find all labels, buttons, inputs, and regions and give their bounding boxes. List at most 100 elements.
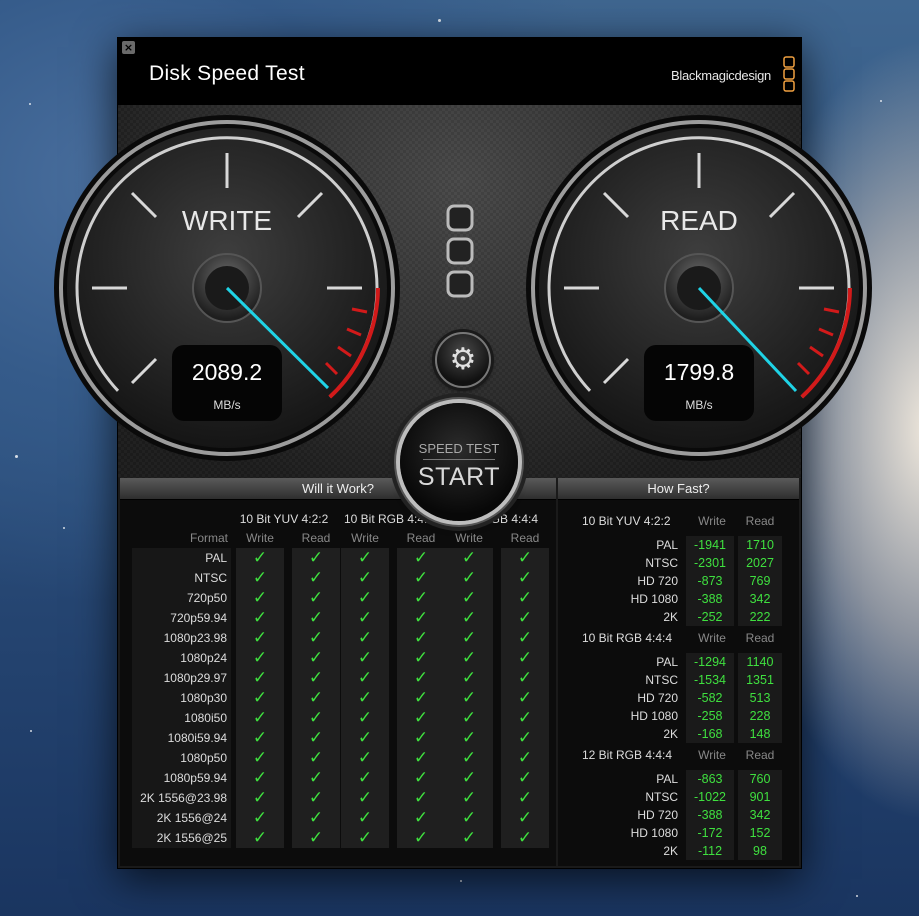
read-value: 1140	[738, 653, 782, 671]
write-readout: 2089.2 MB/s	[172, 345, 282, 421]
star	[438, 19, 441, 22]
pass-check-icon: ✓	[461, 828, 477, 848]
pass-check-icon: ✓	[413, 828, 429, 848]
pass-check-icon: ✓	[308, 628, 324, 648]
write-value: -252	[686, 608, 734, 626]
pass-check-icon: ✓	[461, 628, 477, 648]
pass-check-icon: ✓	[252, 708, 268, 728]
write-value: -582	[686, 689, 734, 707]
table-row: NTSC ✓ ✓ ✓ ✓ ✓ ✓	[120, 568, 556, 588]
table-row: 720p50 ✓ ✓ ✓ ✓ ✓ ✓	[120, 588, 556, 608]
read-value: 769	[738, 572, 782, 590]
close-button[interactable]: ×	[122, 41, 135, 54]
column-header-read: Read	[745, 748, 775, 762]
format-label: 720p59.94	[170, 611, 227, 625]
format-label: 1080p24	[180, 651, 227, 665]
write-value: -168	[686, 725, 734, 743]
window-title: Disk Speed Test	[149, 62, 305, 85]
pass-check-icon: ✓	[252, 788, 268, 808]
how-fast-title: How Fast?	[558, 478, 799, 500]
resolution-label: HD 720	[637, 574, 678, 588]
table-row: 2K -252 222	[558, 608, 799, 626]
pass-check-icon: ✓	[413, 628, 429, 648]
pass-check-icon: ✓	[517, 668, 533, 688]
table-row: 1080p30 ✓ ✓ ✓ ✓ ✓ ✓	[120, 688, 556, 708]
resolution-label: PAL	[656, 655, 678, 669]
table-row: 720p59.94 ✓ ✓ ✓ ✓ ✓ ✓	[120, 608, 556, 628]
table-row: 1080p59.94 ✓ ✓ ✓ ✓ ✓ ✓	[120, 768, 556, 788]
pass-check-icon: ✓	[252, 608, 268, 628]
pass-check-icon: ✓	[308, 588, 324, 608]
resolution-label: HD 1080	[630, 709, 678, 723]
column-header-write: Write	[351, 531, 379, 545]
pass-check-icon: ✓	[308, 708, 324, 728]
format-label: 1080i50	[184, 711, 227, 725]
table-row: PAL -863 760	[558, 770, 799, 788]
pass-check-icon: ✓	[413, 648, 429, 668]
table-row: PAL ✓ ✓ ✓ ✓ ✓ ✓	[120, 548, 556, 568]
read-value: 1710	[738, 536, 782, 554]
column-header-read: Read	[745, 631, 775, 645]
column-header-write: Write	[698, 514, 726, 528]
table-row: PAL -1294 1140	[558, 653, 799, 671]
pass-check-icon: ✓	[517, 828, 533, 848]
resolution-label: 2K	[663, 610, 678, 624]
resolution-label: HD 720	[637, 808, 678, 822]
pass-check-icon: ✓	[357, 828, 373, 848]
table-row: 1080p23.98 ✓ ✓ ✓ ✓ ✓ ✓	[120, 628, 556, 648]
column-header-read: Read	[301, 531, 331, 545]
pass-check-icon: ✓	[413, 588, 429, 608]
pass-check-icon: ✓	[413, 768, 429, 788]
table-row: NTSC -1022 901	[558, 788, 799, 806]
pass-check-icon: ✓	[461, 548, 477, 568]
pass-check-icon: ✓	[357, 648, 373, 668]
column-header-write: Write	[455, 531, 483, 545]
start-button-caption: SPEED TEST	[418, 441, 500, 456]
group-header: 10 Bit RGB 4:4:4	[343, 512, 435, 526]
table-row: HD 720 -873 769	[558, 572, 799, 590]
pass-check-icon: ✓	[461, 588, 477, 608]
read-value: 2027	[738, 554, 782, 572]
pass-check-icon: ✓	[308, 808, 324, 828]
table-row: HD 1080 -388 342	[558, 590, 799, 608]
star	[15, 455, 18, 458]
resolution-label: 2K	[663, 727, 678, 741]
pass-check-icon: ✓	[252, 628, 268, 648]
read-value: 760	[738, 770, 782, 788]
read-speed-value: 1799.8	[663, 359, 735, 385]
read-gauge: READ 1799.8 MB/s	[524, 113, 874, 463]
pass-check-icon: ✓	[357, 588, 373, 608]
format-label: 1080p59.94	[163, 771, 227, 785]
read-value: 342	[738, 590, 782, 608]
pass-check-icon: ✓	[357, 668, 373, 688]
write-value: -873	[686, 572, 734, 590]
table-row: 2K 1556@24 ✓ ✓ ✓ ✓ ✓ ✓	[120, 808, 556, 828]
pass-check-icon: ✓	[517, 628, 533, 648]
resolution-label: NTSC	[645, 673, 678, 687]
pass-check-icon: ✓	[413, 568, 429, 588]
settings-button[interactable]: ⚙	[435, 332, 491, 388]
read-value: 1351	[738, 671, 782, 689]
table-row: 2K 1556@25 ✓ ✓ ✓ ✓ ✓ ✓	[120, 828, 556, 848]
table-row: HD 1080 -172 152	[558, 824, 799, 842]
pass-check-icon: ✓	[461, 728, 477, 748]
brand-name: Blackmagicdesign	[671, 68, 771, 83]
column-header-write: Write	[698, 748, 726, 762]
format-label: 2K 1556@24	[156, 811, 227, 825]
read-gauge-label: READ	[660, 205, 738, 236]
table-row: 2K -112 98	[558, 842, 799, 860]
read-value: 513	[738, 689, 782, 707]
pass-check-icon: ✓	[413, 548, 429, 568]
section-title: 12 Bit RGB 4:4:4	[582, 748, 673, 762]
table-row: 1080p50 ✓ ✓ ✓ ✓ ✓ ✓	[120, 748, 556, 768]
speed-test-start-button[interactable]: SPEED TEST START	[400, 403, 518, 521]
pass-check-icon: ✓	[357, 688, 373, 708]
format-label: 1080p30	[180, 691, 227, 705]
pass-check-icon: ✓	[413, 708, 429, 728]
pass-check-icon: ✓	[517, 788, 533, 808]
table-row: 1080i50 ✓ ✓ ✓ ✓ ✓ ✓	[120, 708, 556, 728]
title-bar[interactable]: × Disk Speed Test Blackmagicdesign	[118, 38, 801, 105]
format-header: Format	[189, 531, 228, 545]
star	[880, 100, 882, 102]
pass-check-icon: ✓	[517, 648, 533, 668]
